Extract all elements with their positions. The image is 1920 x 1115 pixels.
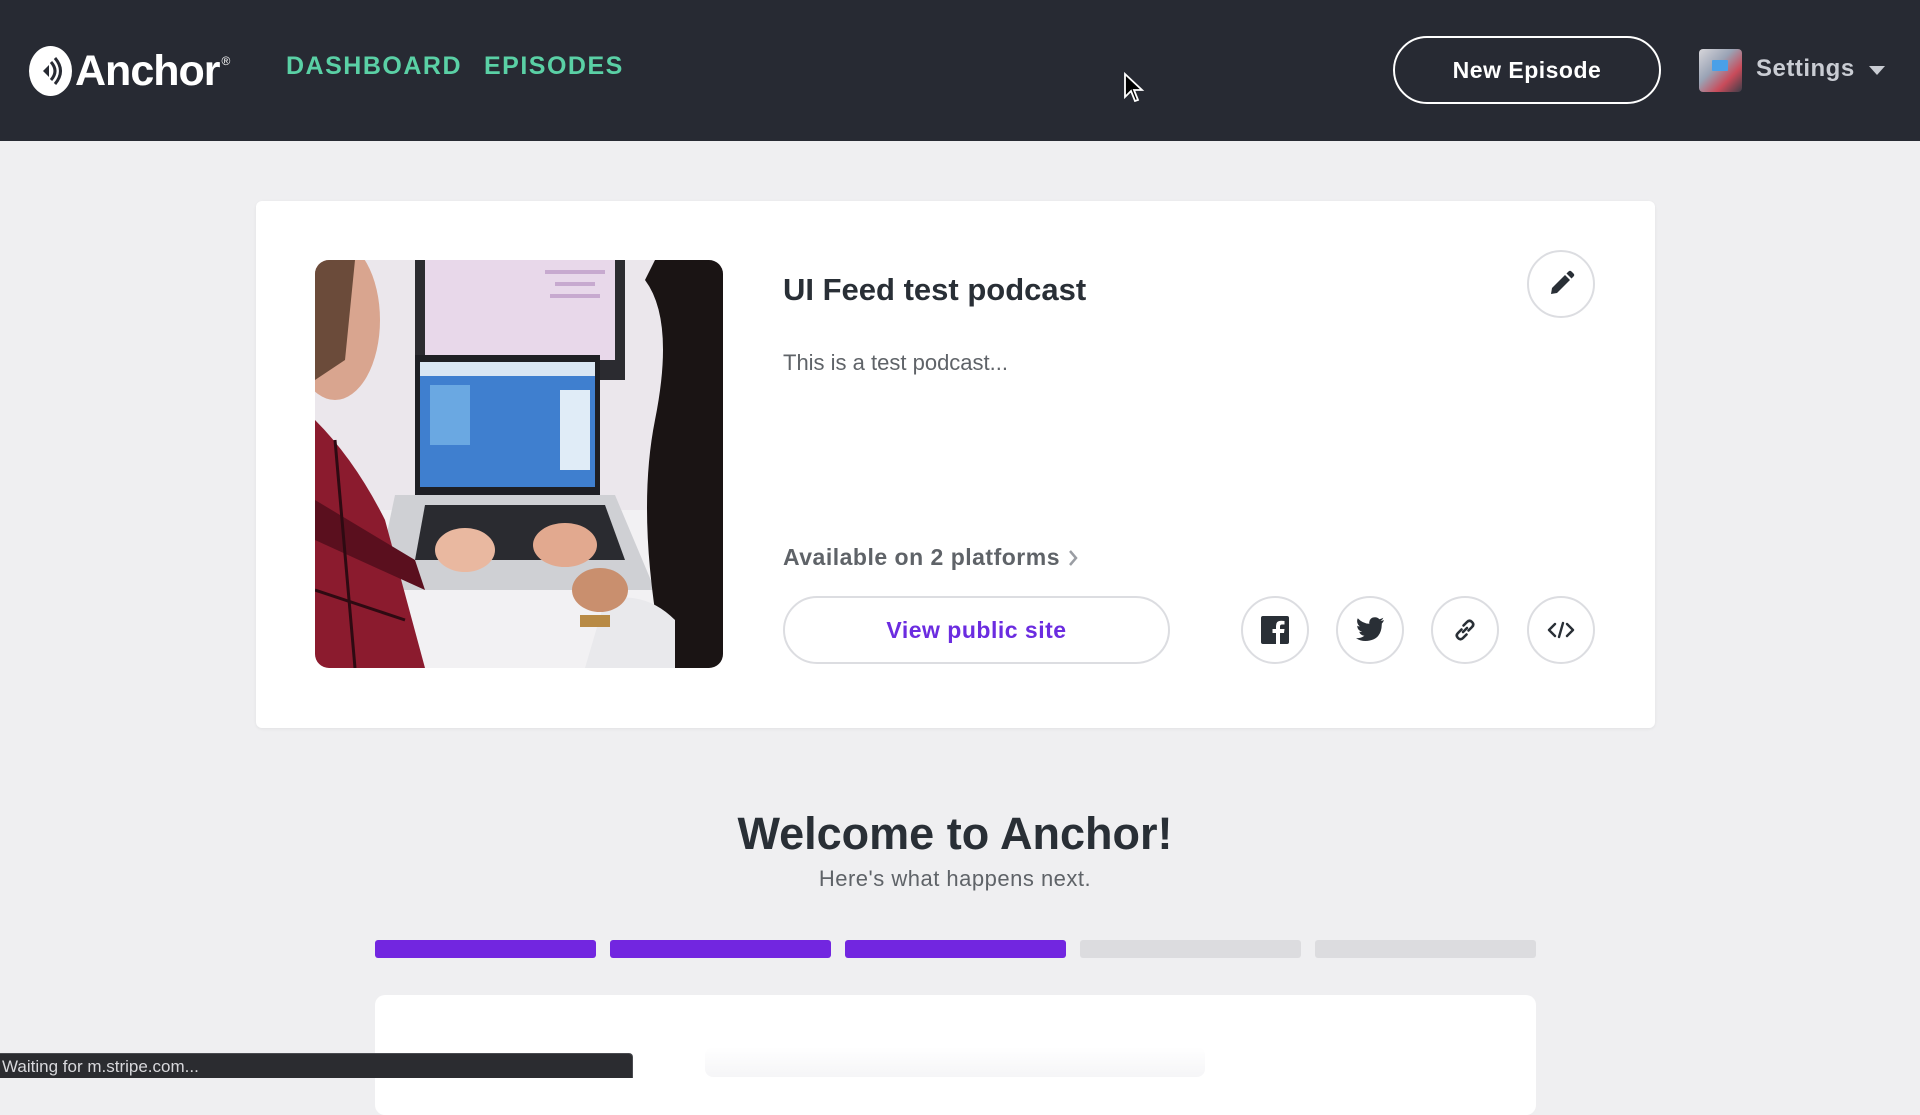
copy-link-button[interactable]: [1431, 596, 1499, 664]
progress-step-3: [845, 940, 1066, 958]
edit-podcast-button[interactable]: [1527, 250, 1595, 318]
registered-mark: ®: [221, 54, 231, 68]
facebook-icon: [1261, 616, 1289, 644]
new-episode-button[interactable]: New Episode: [1393, 36, 1661, 104]
mouse-cursor-icon: [1124, 72, 1145, 103]
platforms-label: Available on 2 platforms: [783, 544, 1060, 570]
nav-dashboard[interactable]: DASHBOARD: [286, 52, 462, 81]
pencil-icon: [1551, 270, 1575, 294]
avatar[interactable]: [1699, 49, 1742, 92]
chevron-down-icon: [1868, 66, 1885, 75]
progress-step-4: [1080, 940, 1301, 958]
link-icon: [1455, 619, 1475, 641]
welcome-heading: Welcome to Anchor!: [737, 808, 1173, 859]
podcast-description: This is a test podcast...: [783, 350, 1008, 375]
browser-status-bar: Waiting for m.stripe.com...: [0, 1053, 633, 1078]
twitter-icon: [1356, 617, 1384, 641]
available-platforms-link[interactable]: Available on 2 platforms: [783, 544, 1078, 571]
podcast-title: UI Feed test podcast: [783, 272, 1087, 307]
progress-step-2: [610, 940, 831, 958]
top-nav-bar: Anchor ® DASHBOARD EPISODES New Episode …: [0, 0, 1920, 141]
settings-menu[interactable]: Settings: [1756, 55, 1885, 83]
anchor-logo[interactable]: Anchor ®: [29, 44, 230, 98]
nav-episodes[interactable]: EPISODES: [484, 52, 624, 81]
anchor-logo-icon: [29, 46, 72, 96]
share-twitter-button[interactable]: [1336, 596, 1404, 664]
onboarding-card-content: [705, 1047, 1205, 1077]
share-facebook-button[interactable]: [1241, 596, 1309, 664]
welcome-subheading: Here's what happens next.: [818, 866, 1092, 891]
podcast-cover-image: [315, 260, 723, 668]
embed-icon: [1547, 621, 1575, 639]
progress-step-1: [375, 940, 596, 958]
settings-label: Settings: [1756, 55, 1855, 82]
chevron-right-icon: [1069, 549, 1078, 566]
logo-wordmark: Anchor: [75, 46, 220, 95]
progress-step-5: [1315, 940, 1536, 958]
view-public-site-button[interactable]: View public site: [783, 596, 1170, 664]
embed-code-button[interactable]: [1527, 596, 1595, 664]
